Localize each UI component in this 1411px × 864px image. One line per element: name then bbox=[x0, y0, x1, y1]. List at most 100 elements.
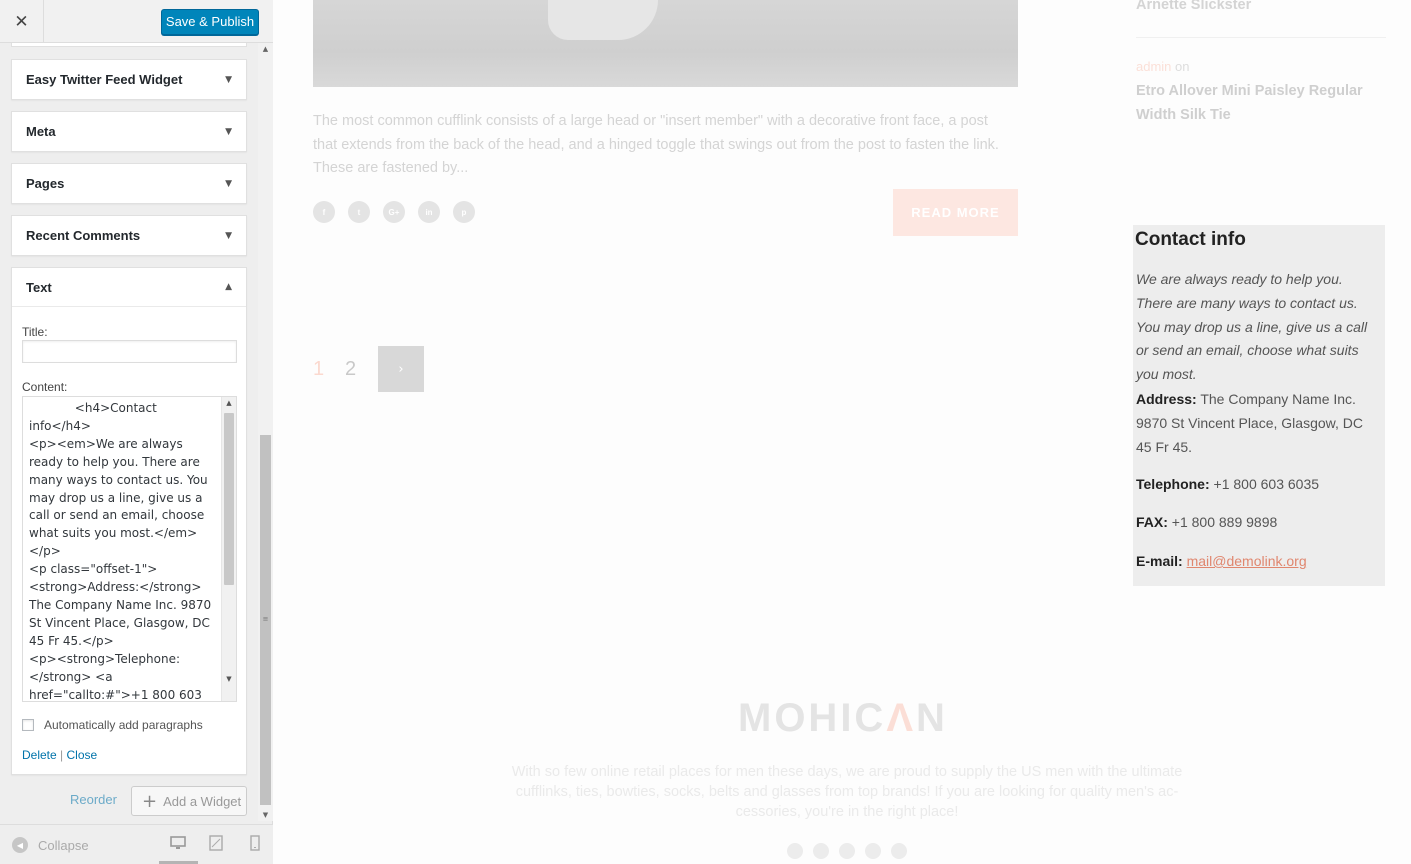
recent-comment-link[interactable]: Arnette Slickster bbox=[1136, 0, 1251, 13]
widget-title: Easy Twitter Feed Widget bbox=[26, 72, 183, 87]
contact-fax: FAX: +1 800 889 9898 bbox=[1136, 511, 1382, 535]
recent-comment-post-link[interactable]: Etro Allover Mini Paisley Regular Width … bbox=[1136, 80, 1376, 127]
reorder-link[interactable]: Reorder bbox=[70, 792, 117, 807]
recent-comment-meta: admin on bbox=[1136, 59, 1190, 74]
telephone-label: Telephone: bbox=[1136, 476, 1210, 492]
contact-heading: Contact info bbox=[1135, 229, 1246, 250]
logo-text-a: MOHIC bbox=[738, 696, 887, 740]
desktop-icon[interactable] bbox=[170, 835, 186, 851]
post-excerpt: The most common cufflink consists of a l… bbox=[313, 113, 999, 177]
site-preview: The most common cufflink consists of a l… bbox=[274, 0, 1411, 864]
footer-description: With so few online retail places for men… bbox=[511, 764, 1183, 820]
logo-accent: Λ bbox=[886, 696, 917, 740]
comment-author[interactable]: admin bbox=[1136, 59, 1171, 74]
contact-info-widget[interactable]: Contact info We are always ready to help… bbox=[1133, 225, 1385, 586]
collapse-label: Collapse bbox=[38, 837, 89, 853]
fax-label: FAX: bbox=[1136, 514, 1168, 530]
chevron-up-icon[interactable]: ▲ bbox=[225, 282, 232, 292]
scroll-up-icon[interactable]: ▲ bbox=[222, 399, 236, 407]
collapse-icon: ◀ bbox=[12, 837, 28, 853]
widget-collapsed-partial[interactable] bbox=[11, 43, 247, 47]
page-1-link[interactable]: 1 bbox=[313, 358, 345, 381]
facebook-icon[interactable] bbox=[787, 843, 803, 859]
widget-text-header[interactable]: Text ▲ bbox=[12, 268, 246, 307]
google-plus-icon[interactable] bbox=[839, 843, 855, 859]
page-2-link[interactable]: 2 bbox=[345, 358, 378, 381]
contact-address: Address: The Company Name Inc. 9870 St V… bbox=[1136, 388, 1382, 459]
facebook-icon[interactable]: f bbox=[313, 201, 335, 223]
twitter-icon[interactable] bbox=[813, 843, 829, 859]
telephone-value[interactable]: +1 800 603 6035 bbox=[1214, 476, 1320, 492]
widget-title: Meta bbox=[26, 124, 56, 139]
scroll-down-icon[interactable]: ▼ bbox=[258, 811, 273, 819]
chevron-down-icon[interactable]: ▼ bbox=[225, 127, 232, 137]
read-more-button[interactable]: READ MORE bbox=[893, 189, 1018, 236]
chevron-right-icon: › bbox=[398, 361, 404, 377]
add-widget-label: Add a Widget bbox=[163, 793, 242, 809]
title-input[interactable] bbox=[22, 340, 237, 363]
widget-easy-twitter-feed[interactable]: Easy Twitter Feed Widget ▼ bbox=[11, 59, 247, 100]
widget-text: Text ▲ Title: Content: <h4>Contact info</… bbox=[11, 267, 247, 775]
actions-separator: | bbox=[60, 748, 64, 762]
auto-paragraphs-label: Automatically add paragraphs bbox=[44, 718, 203, 732]
post-image-detail bbox=[548, 0, 658, 40]
close-customizer-button[interactable]: ✕ bbox=[0, 0, 44, 43]
textarea-scrollbar[interactable]: ▲ ▼ bbox=[221, 397, 236, 701]
widget-title: Text bbox=[26, 279, 52, 295]
email-label: E-mail: bbox=[1136, 553, 1183, 569]
scroll-up-icon[interactable]: ▲ bbox=[258, 45, 273, 53]
tablet-icon[interactable] bbox=[208, 835, 224, 851]
contact-telephone: Telephone: +1 800 603 6035 bbox=[1136, 473, 1382, 497]
sidebar-header: ✕ Save & Publish bbox=[0, 0, 273, 43]
contact-email: E-mail: mail@demolink.org bbox=[1136, 550, 1382, 574]
plus-icon: + bbox=[142, 790, 158, 812]
widget-title: Recent Comments bbox=[26, 228, 141, 243]
email-link[interactable]: mail@demolink.org bbox=[1187, 553, 1307, 569]
fax-value: +1 800 889 9898 bbox=[1171, 514, 1278, 530]
sidebar-scrollbar[interactable]: ▲ ≡ ▼ bbox=[258, 43, 273, 821]
widget-title: Pages bbox=[26, 176, 65, 191]
widget-meta[interactable]: Meta ▼ bbox=[11, 111, 247, 152]
widget-actions: Delete | Close bbox=[22, 748, 97, 762]
widgets-panel: Easy Twitter Feed Widget ▼ Meta ▼ Pages ▼ R… bbox=[0, 43, 258, 821]
chevron-down-icon[interactable]: ▼ bbox=[225, 179, 232, 189]
mobile-icon[interactable] bbox=[247, 835, 263, 851]
scrollbar-grip-icon: ≡ bbox=[262, 615, 269, 623]
collapse-button[interactable]: ◀ Collapse bbox=[12, 837, 89, 853]
auto-paragraphs-option[interactable]: Automatically add paragraphs bbox=[22, 718, 203, 732]
share-icons: f t G+ in p bbox=[313, 201, 488, 223]
auto-paragraphs-checkbox[interactable] bbox=[22, 719, 34, 731]
next-page-button[interactable]: › bbox=[378, 346, 424, 392]
footer-logo[interactable]: MOHICΛN bbox=[738, 696, 948, 741]
google-plus-icon[interactable]: G+ bbox=[383, 201, 405, 223]
sidebar-footer: ◀ Collapse bbox=[0, 824, 273, 864]
contact-intro: We are always ready to help you. There a… bbox=[1136, 271, 1368, 383]
widget-pages[interactable]: Pages ▼ bbox=[11, 163, 247, 204]
comment-on: on bbox=[1175, 59, 1190, 74]
close-icon: ✕ bbox=[14, 11, 29, 32]
scrollbar-thumb[interactable] bbox=[224, 413, 234, 585]
linkedin-icon[interactable]: in bbox=[418, 201, 440, 223]
chevron-down-icon[interactable]: ▼ bbox=[225, 75, 232, 85]
twitter-icon[interactable]: t bbox=[348, 201, 370, 223]
divider bbox=[1136, 37, 1386, 38]
pinterest-icon[interactable] bbox=[891, 843, 907, 859]
footer-social-icons bbox=[787, 843, 917, 859]
content-textarea[interactable]: <h4>Contact info</h4> <p><em>We are alwa… bbox=[22, 396, 237, 702]
widget-recent-comments[interactable]: Recent Comments ▼ bbox=[11, 215, 247, 256]
close-link[interactable]: Close bbox=[67, 748, 98, 762]
pinterest-icon[interactable]: p bbox=[453, 201, 475, 223]
pagination: 1 2 › bbox=[313, 346, 424, 392]
chevron-down-icon[interactable]: ▼ bbox=[225, 231, 232, 241]
title-label: Title: bbox=[22, 325, 48, 339]
add-widget-button[interactable]: + Add a Widget bbox=[131, 786, 247, 816]
delete-link[interactable]: Delete bbox=[22, 748, 57, 762]
scroll-down-icon[interactable]: ▼ bbox=[222, 675, 236, 683]
linkedin-icon[interactable] bbox=[865, 843, 881, 859]
address-label: Address: bbox=[1136, 391, 1197, 407]
post-image[interactable] bbox=[313, 0, 1018, 87]
content-label: Content: bbox=[22, 380, 68, 394]
logo-text-b: N bbox=[916, 696, 948, 740]
content-textarea-text: <h4>Contact info</h4> <p><em>We are alwa… bbox=[29, 401, 212, 702]
save-publish-button[interactable]: Save & Publish bbox=[161, 9, 259, 35]
